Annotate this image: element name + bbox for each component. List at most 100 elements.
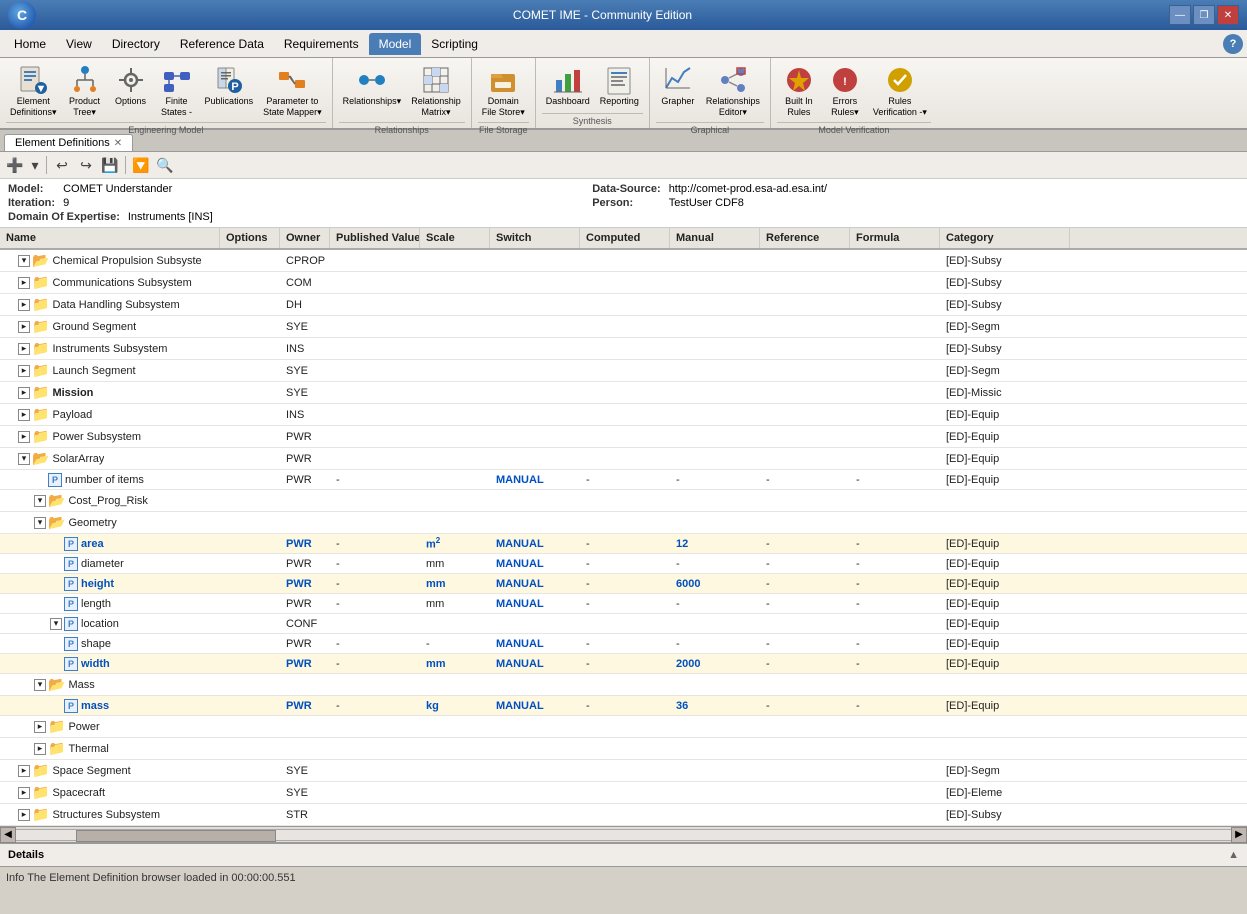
scroll-thumb[interactable] (76, 830, 276, 842)
expand-button[interactable]: ▸ (18, 365, 30, 377)
menu-requirements[interactable]: Requirements (274, 33, 369, 55)
expand-button[interactable]: ▸ (18, 321, 30, 333)
add-button[interactable]: ➕ (4, 154, 26, 176)
details-expand-icon[interactable]: ▲ (1228, 849, 1239, 861)
col-header-manual[interactable]: Manual (670, 228, 760, 248)
expand-button[interactable]: ▸ (18, 809, 30, 821)
col-header-owner[interactable]: Owner (280, 228, 330, 248)
table-row[interactable]: ▾PlocationCONF[ED]-Equip (0, 614, 1247, 634)
table-row[interactable]: ▾📂SolarArrayPWR[ED]-Equip (0, 448, 1247, 470)
save-button[interactable]: 💾 (99, 154, 121, 176)
ribbon-element-definitions[interactable]: ▼ ElementDefinitions▾ (6, 62, 61, 120)
restore-button[interactable]: ❐ (1193, 5, 1215, 25)
col-header-options[interactable]: Options (220, 228, 280, 248)
expand-button[interactable]: ▾ (50, 618, 62, 630)
col-header-published-value[interactable]: Published Value (330, 228, 420, 248)
tab-element-definitions[interactable]: Element Definitions ✕ (4, 134, 133, 151)
col-header-formula[interactable]: Formula (850, 228, 940, 248)
menu-reference-data[interactable]: Reference Data (170, 33, 274, 55)
expand-button[interactable]: ▸ (18, 387, 30, 399)
table-body[interactable]: ▾📂Chemical Propulsion SubsysteCPROP[ED]-… (0, 250, 1247, 826)
close-button[interactable]: ✕ (1217, 5, 1239, 25)
table-row[interactable]: PdiameterPWR-mmMANUAL----[ED]-Equip (0, 554, 1247, 574)
table-row[interactable]: PheightPWR-mmMANUAL-6000--[ED]-Equip (0, 574, 1247, 594)
expand-button[interactable]: ▾ (34, 517, 46, 529)
expand-button[interactable]: ▸ (18, 787, 30, 799)
ribbon-rules-verification[interactable]: RulesVerification -▾ (869, 62, 931, 120)
scroll-track[interactable] (16, 829, 1231, 841)
table-row[interactable]: PmassPWR-kgMANUAL-36--[ED]-Equip (0, 696, 1247, 716)
menu-directory[interactable]: Directory (102, 33, 170, 55)
expand-button[interactable]: ▸ (18, 765, 30, 777)
expand-button[interactable]: ▸ (18, 409, 30, 421)
col-header-computed[interactable]: Computed (580, 228, 670, 248)
col-header-category[interactable]: Category (940, 228, 1070, 248)
col-header-switch[interactable]: Switch (490, 228, 580, 248)
expand-button[interactable]: ▾ (18, 453, 30, 465)
table-row[interactable]: Pnumber of itemsPWR-MANUAL----[ED]-Equip (0, 470, 1247, 490)
ribbon-errors-rules[interactable]: ! ErrorsRules▾ (823, 62, 867, 120)
table-row[interactable]: ▾📂Geometry (0, 512, 1247, 534)
table-row[interactable]: ▸📁Instruments SubsystemINS[ED]-Subsy (0, 338, 1247, 360)
expand-button[interactable]: ▸ (34, 721, 46, 733)
expand-button[interactable]: ▾ (34, 495, 46, 507)
expand-button[interactable]: ▸ (18, 299, 30, 311)
ribbon-grapher[interactable]: Grapher (656, 62, 700, 109)
add-dropdown-arrow[interactable]: ▾ (28, 154, 42, 176)
table-row[interactable]: ▸📁Communications SubsystemCOM[ED]-Subsy (0, 272, 1247, 294)
expand-button[interactable]: ▸ (18, 277, 30, 289)
ribbon-domain-file-store[interactable]: DomainFile Store▾ (478, 62, 529, 120)
col-header-scale[interactable]: Scale (420, 228, 490, 248)
menu-home[interactable]: Home (4, 33, 56, 55)
ribbon-relationships-editor[interactable]: RelationshipsEditor▾ (702, 62, 764, 120)
table-row[interactable]: ▸📁SpacecraftSYE[ED]-Eleme (0, 782, 1247, 804)
ribbon-publications[interactable]: P Publications (201, 62, 258, 109)
ribbon-options[interactable]: Options (109, 62, 153, 109)
col-header-reference[interactable]: Reference (760, 228, 850, 248)
tab-close-btn[interactable]: ✕ (114, 138, 122, 149)
table-row[interactable]: PlengthPWR-mmMANUAL----[ED]-Equip (0, 594, 1247, 614)
table-row[interactable]: ▸📁Launch SegmentSYE[ED]-Segm (0, 360, 1247, 382)
expand-button[interactable]: ▸ (34, 743, 46, 755)
menu-view[interactable]: View (56, 33, 102, 55)
table-row[interactable]: ▾📂Mass (0, 674, 1247, 696)
ribbon-reporting[interactable]: Reporting (596, 62, 643, 109)
table-row[interactable]: ▾📂Chemical Propulsion SubsysteCPROP[ED]-… (0, 250, 1247, 272)
scroll-left-btn[interactable]: ◀ (0, 827, 16, 843)
ribbon-parameter-state-mapper[interactable]: Parameter toState Mapper▾ (259, 62, 326, 120)
filter-button[interactable]: 🔽 (130, 154, 152, 176)
col-header-name[interactable]: Name (0, 228, 220, 248)
scroll-right-btn[interactable]: ▶ (1231, 827, 1247, 843)
table-row[interactable]: ▸📁Space SegmentSYE[ED]-Segm (0, 760, 1247, 782)
table-row[interactable]: PareaPWR-m2MANUAL-12--[ED]-Equip (0, 534, 1247, 554)
details-bar[interactable]: Details ▲ (0, 842, 1247, 866)
table-row[interactable]: ▸📁Power (0, 716, 1247, 738)
help-button[interactable]: ? (1223, 34, 1243, 54)
table-row[interactable]: ▸📁Ground SegmentSYE[ED]-Segm (0, 316, 1247, 338)
redo-button[interactable]: ↪ (75, 154, 97, 176)
table-row[interactable]: PshapePWR--MANUAL----[ED]-Equip (0, 634, 1247, 654)
menu-scripting[interactable]: Scripting (421, 33, 488, 55)
ribbon-relationships[interactable]: Relationships▾ (339, 62, 406, 109)
table-row[interactable]: PwidthPWR-mmMANUAL-2000--[ED]-Equip (0, 654, 1247, 674)
search-button[interactable]: 🔍 (154, 154, 176, 176)
menu-model[interactable]: Model (369, 33, 422, 55)
table-row[interactable]: ▾📂Cost_Prog_Risk (0, 490, 1247, 512)
expand-button[interactable]: ▸ (18, 343, 30, 355)
minimize-button[interactable]: — (1169, 5, 1191, 25)
ribbon-built-in-rules[interactable]: Built InRules (777, 62, 821, 120)
expand-button[interactable]: ▾ (18, 255, 30, 267)
expand-button[interactable]: ▸ (18, 431, 30, 443)
ribbon-product-tree[interactable]: ProductTree▾ (63, 62, 107, 120)
table-row[interactable]: ▸📁Power SubsystemPWR[ED]-Equip (0, 426, 1247, 448)
horizontal-scrollbar[interactable]: ◀ ▶ (0, 826, 1247, 842)
ribbon-dashboard[interactable]: Dashboard (542, 62, 594, 109)
undo-button[interactable]: ↩ (51, 154, 73, 176)
table-row[interactable]: ▸📁Structures SubsystemSTR[ED]-Subsy (0, 804, 1247, 826)
ribbon-relationship-matrix[interactable]: RelationshipMatrix▾ (407, 62, 465, 120)
table-row[interactable]: ▸📁PayloadINS[ED]-Equip (0, 404, 1247, 426)
ribbon-finite-states[interactable]: FiniteStates - (155, 62, 199, 120)
table-row[interactable]: ▸📁Thermal (0, 738, 1247, 760)
expand-button[interactable]: ▾ (34, 679, 46, 691)
table-row[interactable]: ▸📁Data Handling SubsystemDH[ED]-Subsy (0, 294, 1247, 316)
